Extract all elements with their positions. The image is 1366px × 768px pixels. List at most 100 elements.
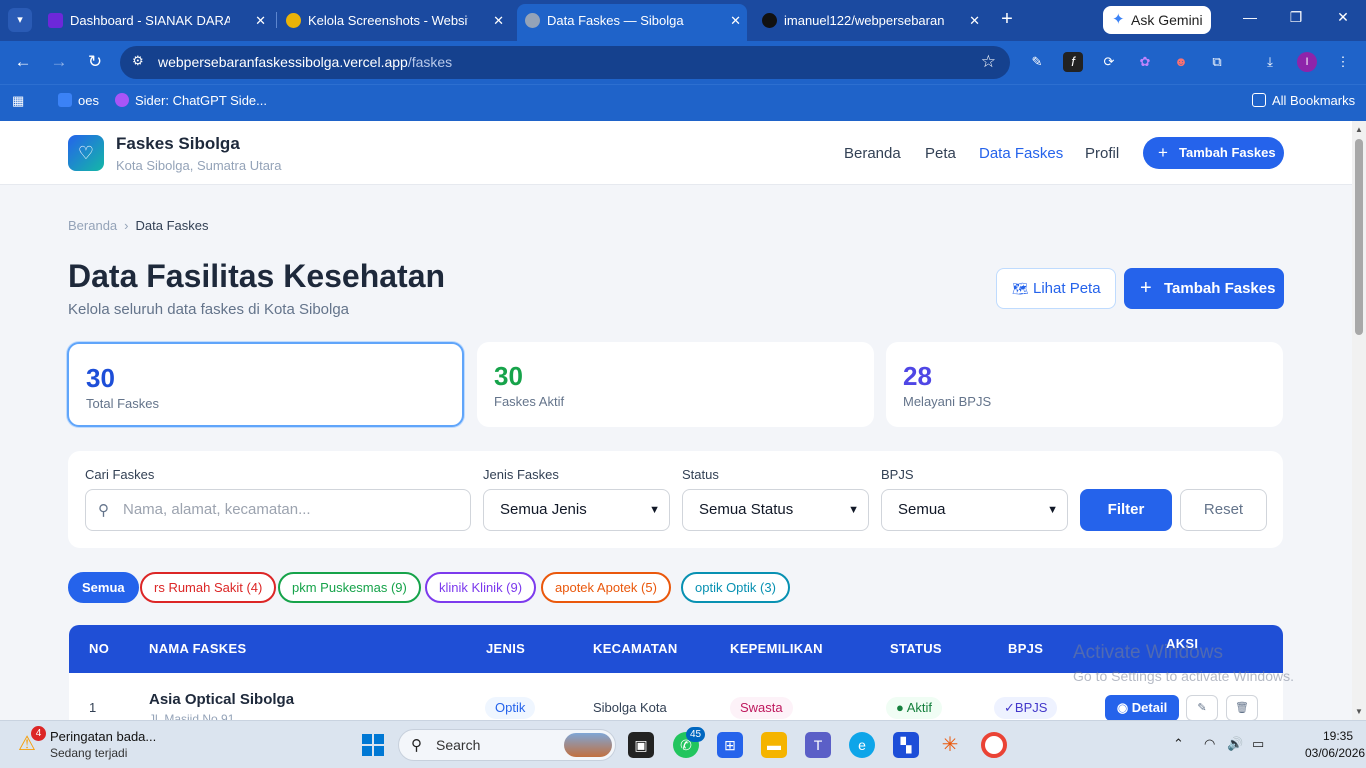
restore-icon[interactable]: ❐	[1286, 9, 1306, 26]
chevron-up-icon[interactable]: ⌃	[1173, 736, 1184, 752]
eye-icon: ◉	[1116, 700, 1129, 715]
tab-title: Data Faskes — Sibolga	[547, 13, 684, 28]
jenis-select[interactable]: Semua Jenis ▼	[483, 489, 670, 531]
devil-extension-icon[interactable]: ☻	[1171, 52, 1191, 72]
close-icon[interactable]: ✕	[255, 6, 266, 35]
search-input[interactable]: ⚲ Nama, alamat, kecamatan...	[85, 489, 471, 531]
stat-card-total[interactable]: 30 Total Faskes	[67, 342, 464, 427]
lihat-peta-button[interactable]: 🗺 Lihat Peta	[996, 268, 1116, 309]
trash-icon[interactable]: 🗑	[1226, 695, 1258, 720]
row-kecamatan: Sibolga Kota	[593, 700, 667, 715]
chip-klinik[interactable]: klinik Klinik (9)	[425, 572, 537, 603]
chevron-down-icon: ▼	[848, 504, 859, 516]
chip-optik[interactable]: optik Optik (3)	[681, 572, 790, 603]
heart-logo-icon[interactable]: ♡	[68, 135, 104, 171]
jenis-value: Semua Jenis	[500, 501, 587, 518]
tambah-faskes-label: Tambah Faskes	[1164, 280, 1276, 297]
scroll-down-icon[interactable]: ▼	[1355, 707, 1363, 716]
minimize-icon[interactable]: —	[1240, 9, 1260, 25]
scroll-thumb[interactable]	[1355, 139, 1363, 335]
close-icon[interactable]: ✕	[730, 4, 741, 37]
sider-extension-icon[interactable]: ✿	[1135, 52, 1155, 72]
chrome-icon[interactable]	[981, 732, 1007, 758]
chip-rumah-sakit[interactable]: rs Rumah Sakit (4)	[140, 572, 277, 603]
browser-tab[interactable]: imanuel122/webpersebaranfask ✕	[754, 6, 986, 35]
reload-icon[interactable]: ↻	[84, 51, 106, 73]
bookmark-sider[interactable]: Sider: ChatGPT Side...	[115, 85, 267, 117]
notification-count-badge: 4	[31, 726, 46, 741]
sync-extension-icon[interactable]: ⟳	[1099, 52, 1119, 72]
scroll-up-icon[interactable]: ▲	[1355, 125, 1363, 134]
nav-link-peta[interactable]: Peta	[925, 145, 956, 162]
ask-gemini-button[interactable]: ✦ Ask Gemini	[1103, 6, 1211, 34]
reset-button[interactable]: Reset	[1180, 489, 1267, 531]
map-icon: 🗺	[1012, 281, 1029, 296]
notification-title[interactable]: Peringatan bada...	[50, 729, 156, 744]
tambah-faskes-button[interactable]: + Tambah Faskes	[1124, 268, 1284, 309]
nav-link-beranda[interactable]: Beranda	[844, 145, 901, 162]
task-view-icon[interactable]: ▣	[628, 732, 654, 758]
brand-title[interactable]: Faskes Sibolga	[116, 134, 240, 154]
extensions-puzzle-icon[interactable]: ⧉	[1207, 52, 1227, 72]
store-icon[interactable]: ⊞	[717, 732, 743, 758]
edge-icon[interactable]: e	[849, 732, 875, 758]
site-settings-icon[interactable]: ⚙	[132, 53, 144, 69]
forward-icon[interactable]: →	[48, 51, 70, 73]
browser-tab[interactable]: Kelola Screenshots - Website Pe ✕	[278, 6, 510, 35]
volume-icon[interactable]: 🔊	[1227, 736, 1243, 752]
close-window-icon[interactable]: ✕	[1333, 9, 1353, 26]
address-bar[interactable]: ⚙ webpersebaranfaskessibolga.vercel.app/…	[120, 46, 1010, 79]
close-icon[interactable]: ✕	[493, 6, 504, 35]
chip-semua[interactable]: Semua	[68, 572, 139, 603]
status-select[interactable]: Semua Status ▼	[682, 489, 869, 531]
eyedropper-extension-icon[interactable]: ✎	[1027, 52, 1047, 72]
nav-link-profil[interactable]: Profil	[1085, 145, 1119, 162]
all-bookmarks[interactable]: All Bookmarks	[1252, 85, 1355, 117]
nav-link-data-faskes[interactable]: Data Faskes	[979, 145, 1063, 162]
windows-start-icon[interactable]	[362, 734, 384, 756]
tab-title: imanuel122/webpersebaranfask	[784, 13, 944, 28]
bookmark-label: Sider: ChatGPT Side...	[135, 93, 267, 108]
teams-icon[interactable]: T	[805, 732, 831, 758]
detail-button[interactable]: ◉ Detail	[1105, 695, 1179, 720]
file-explorer-icon[interactable]: ▬	[761, 732, 787, 758]
wifi-icon[interactable]: ◠	[1204, 736, 1215, 752]
chip-puskesmas[interactable]: pkm Puskesmas (9)	[278, 572, 421, 603]
all-bookmarks-label: All Bookmarks	[1272, 93, 1356, 108]
bookmark-star-icon[interactable]: ☆	[981, 52, 996, 72]
stat-card-bpjs[interactable]: 28 Melayani BPJS	[886, 342, 1283, 427]
row-name[interactable]: Asia Optical Sibolga	[149, 691, 294, 708]
header-add-faskes-button[interactable]: + Tambah Faskes	[1143, 137, 1284, 169]
bookmark-oes[interactable]: oes	[58, 85, 99, 117]
font-extension-icon[interactable]: f	[1063, 52, 1083, 72]
system-clock[interactable]: 19:35 03/06/2026	[1305, 729, 1365, 760]
browser-tab[interactable]: Dashboard - SIANAK DARA | Po ✕	[40, 6, 272, 35]
tab-search-icon[interactable]: ▾	[8, 8, 32, 32]
tab-title: Dashboard - SIANAK DARA | Po	[70, 13, 230, 28]
claude-icon[interactable]: ✳	[937, 732, 963, 758]
app-icon[interactable]: ▚	[893, 732, 919, 758]
chip-apotek[interactable]: apotek Apotek (5)	[541, 572, 671, 603]
notification-subtitle: Sedang terjadi	[50, 746, 128, 760]
page-scrollbar[interactable]: ▲ ▼	[1352, 121, 1366, 720]
plus-icon: +	[1158, 143, 1168, 162]
stat-card-aktif[interactable]: 30 Faskes Aktif	[477, 342, 874, 427]
bpjs-select[interactable]: Semua ▼	[881, 489, 1068, 531]
filter-button[interactable]: Filter	[1080, 489, 1172, 531]
apps-grid-icon[interactable]: ▦	[12, 85, 24, 117]
profile-avatar[interactable]: I	[1297, 52, 1317, 72]
breadcrumb-home[interactable]: Beranda	[68, 218, 117, 233]
close-icon[interactable]: ✕	[969, 6, 980, 35]
edit-icon[interactable]: ✎	[1186, 695, 1218, 720]
browser-tab-active[interactable]: Data Faskes — Sibolga ✕	[517, 4, 747, 41]
kebab-menu-icon[interactable]: ⋮	[1333, 52, 1353, 72]
activate-windows-watermark: Activate Windows Go to Settings to activ…	[1073, 642, 1294, 684]
taskbar-search-box[interactable]: ⚲ Search	[398, 729, 616, 761]
new-tab-icon[interactable]: +	[996, 8, 1018, 30]
jenis-badge: Optik	[485, 697, 536, 719]
row-address: Jl. Masjid No.91	[149, 712, 235, 720]
battery-icon[interactable]: ▭	[1252, 736, 1264, 752]
download-icon[interactable]: ⤓	[1260, 52, 1280, 72]
back-icon[interactable]: ←	[12, 51, 34, 73]
browser-tab-bar: ▾ Dashboard - SIANAK DARA | Po ✕ Kelola …	[0, 0, 1366, 41]
